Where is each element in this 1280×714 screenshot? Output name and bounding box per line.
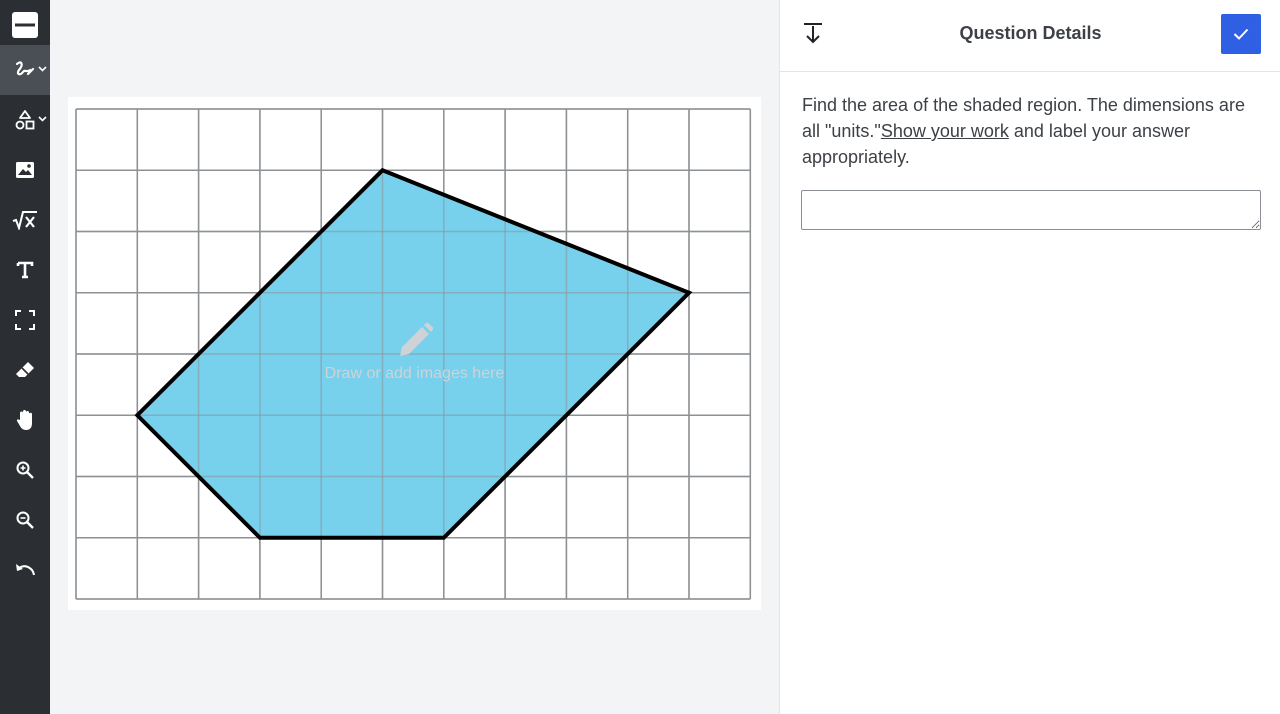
hand-icon [16, 410, 32, 430]
zoom-out-button[interactable] [0, 495, 50, 545]
zoom-out-icon [16, 511, 34, 529]
undo-icon [16, 564, 35, 576]
left-toolbar [0, 0, 50, 714]
select-tool-button[interactable] [0, 295, 50, 345]
pen-scribble-icon [15, 61, 35, 76]
text-tool-button[interactable] [0, 245, 50, 295]
chevron-down-icon [38, 66, 47, 72]
pan-tool-button[interactable] [0, 395, 50, 445]
image-icon [16, 162, 34, 178]
text-icon [16, 261, 34, 279]
zoom-in-button[interactable] [0, 445, 50, 495]
question-prompt: Find the area of the shaded region. The … [802, 92, 1267, 170]
checkmark-icon [1233, 28, 1249, 40]
chevron-down-icon [38, 116, 47, 122]
square-root-icon [12, 211, 37, 230]
grid-figure [75, 108, 752, 600]
canvas-area[interactable]: Draw or add images here [50, 0, 779, 714]
menu-bar-icon [12, 12, 38, 38]
zoom-in-icon [16, 461, 34, 479]
question-panel: Question Details Find the area of the sh… [779, 0, 1280, 714]
image-tool-button[interactable] [0, 145, 50, 195]
show-your-work-link[interactable]: Show your work [881, 121, 1009, 141]
shapes-icon [15, 110, 35, 130]
answer-input[interactable] [801, 190, 1261, 230]
pen-tool-button[interactable] [0, 45, 50, 95]
menu-button[interactable] [0, 0, 50, 50]
drawing-canvas[interactable]: Draw or add images here [68, 97, 761, 610]
eraser-icon [16, 362, 34, 377]
math-tool-button[interactable] [0, 195, 50, 245]
select-frame-icon [15, 310, 35, 330]
panel-title: Question Details [959, 23, 1102, 43]
undo-button[interactable] [0, 545, 50, 595]
confirm-button[interactable] [1221, 14, 1261, 54]
panel-header: Question Details [780, 0, 1280, 72]
eraser-tool-button[interactable] [0, 345, 50, 395]
shapes-tool-button[interactable] [0, 95, 50, 145]
